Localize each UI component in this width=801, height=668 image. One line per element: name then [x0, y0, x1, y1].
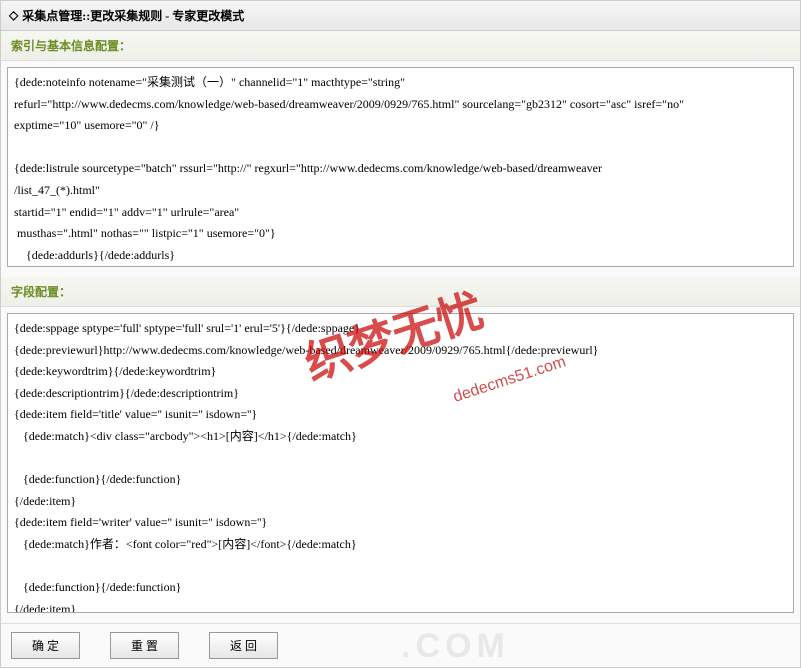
field-config-textarea[interactable] [7, 313, 794, 613]
main-panel: ◇ 采集点管理::更改采集规则 - 专家更改模式 索引与基本信息配置： 字段配置… [0, 0, 801, 668]
section1-body [1, 61, 800, 277]
section2-body: .COM [1, 307, 800, 623]
reset-button[interactable]: 重 置 [110, 632, 179, 659]
ok-button[interactable]: 确 定 [11, 632, 80, 659]
button-bar: 确 定 重 置 返 回 [1, 623, 800, 667]
section2-title: 字段配置： [1, 277, 800, 307]
panel-header: ◇ 采集点管理::更改采集规则 - 专家更改模式 [1, 1, 800, 31]
index-config-textarea[interactable] [7, 67, 794, 267]
header-title: 采集点管理::更改采集规则 - 专家更改模式 [22, 7, 244, 24]
section1-title: 索引与基本信息配置： [1, 31, 800, 61]
back-button[interactable]: 返 回 [209, 632, 278, 659]
diamond-icon: ◇ [9, 8, 18, 23]
